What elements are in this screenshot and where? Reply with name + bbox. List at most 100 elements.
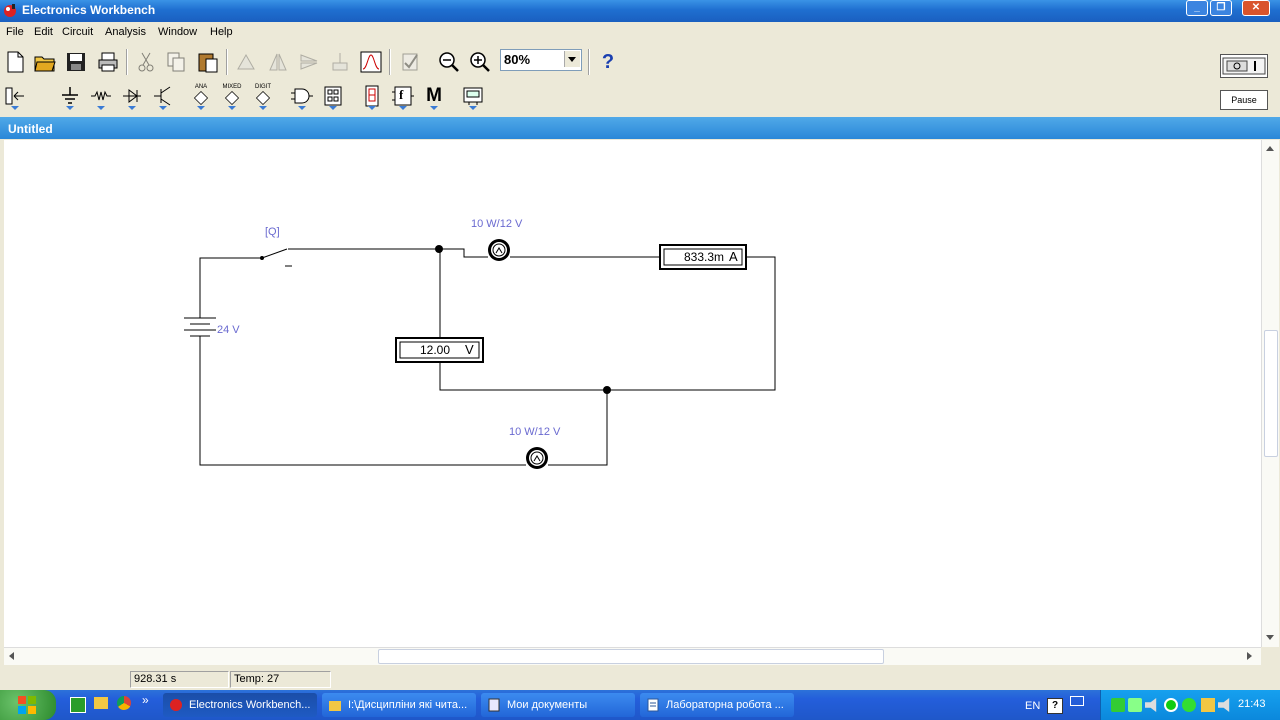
temperature-value: 27 (267, 673, 280, 685)
ammeter-unit: A (729, 249, 738, 264)
title-bar: Electronics Workbench _ ❐ ✕ (0, 0, 1280, 22)
flip-vertical-button[interactable] (296, 49, 322, 75)
zoom-value: 80% (504, 52, 531, 67)
vertical-scroll-thumb[interactable] (1264, 330, 1278, 457)
lamp-2 (526, 447, 548, 469)
analog-ics-bin-button[interactable]: ANA (188, 83, 214, 110)
digital-bin-button[interactable] (320, 83, 346, 110)
basic-bin-button[interactable] (88, 83, 114, 110)
lamp-1-rating-label: 10 W/12 V (471, 218, 523, 230)
junction-node (435, 245, 443, 253)
quicklaunch-more-icon[interactable]: » (142, 693, 149, 707)
horizontal-scrollbar[interactable] (4, 647, 1261, 665)
menu-file[interactable]: File (6, 26, 24, 38)
logic-gates-bin-button[interactable] (289, 83, 315, 110)
update-icon[interactable] (1182, 698, 1196, 712)
favorites-bin-button[interactable] (2, 83, 28, 110)
vertical-scrollbar[interactable] (1261, 140, 1279, 647)
controls-bin-button[interactable]: f (390, 83, 416, 110)
graph-button[interactable] (358, 49, 384, 75)
instruments-bin-button[interactable] (460, 83, 486, 110)
pause-button[interactable]: Pause (1220, 90, 1268, 110)
documents-icon (488, 698, 500, 712)
menu-window[interactable]: Window (158, 26, 197, 38)
copy-button[interactable] (163, 49, 189, 75)
restore-button[interactable]: ❐ (1210, 0, 1232, 16)
taskbar-item-label: Electronics Workbench... (189, 699, 311, 711)
rotate-button[interactable] (233, 49, 259, 75)
scroll-up-icon[interactable] (1266, 146, 1274, 151)
menu-analysis[interactable]: Analysis (105, 26, 146, 38)
flip-vertical-icon (300, 54, 318, 70)
create-subcircuit-button[interactable] (397, 49, 423, 75)
close-button[interactable]: ✕ (1242, 0, 1270, 16)
power-switch[interactable] (1220, 54, 1268, 78)
language-indicator[interactable]: EN (1025, 700, 1040, 712)
digital-ics-bin-button[interactable]: DIGIT (250, 83, 276, 110)
scroll-down-icon[interactable] (1266, 635, 1274, 640)
taskbar-item-folder-disciplines[interactable]: I:\Дисципліни які чита... (322, 693, 476, 717)
help-button[interactable]: ? (595, 49, 621, 75)
speaker-icon[interactable] (1218, 698, 1230, 712)
menu-edit[interactable]: Edit (34, 26, 53, 38)
flip-flop-icon (324, 86, 342, 106)
diodes-bin-button[interactable] (119, 83, 145, 110)
taskbar-item-my-documents[interactable]: Мои документы (481, 693, 635, 717)
security-icon[interactable] (1164, 698, 1178, 712)
start-button[interactable] (0, 690, 56, 720)
network-icon[interactable] (1111, 698, 1125, 712)
save-button[interactable] (63, 49, 89, 75)
quicklaunch-app-icon[interactable] (70, 697, 86, 713)
scroll-left-icon[interactable] (9, 652, 14, 660)
copy-icon (167, 52, 185, 72)
favorites-bin-icon (5, 87, 24, 105)
taskbar-item-electronics-workbench[interactable]: Electronics Workbench... (163, 693, 317, 717)
minimize-button[interactable]: _ (1186, 0, 1208, 16)
zoom-dropdown-button[interactable] (564, 51, 580, 67)
scissors-icon (138, 52, 154, 72)
windows-logo-icon (18, 696, 36, 714)
component-properties-icon (332, 53, 348, 71)
language-help-icon[interactable]: ? (1047, 698, 1063, 714)
tray-folder-icon[interactable] (1201, 698, 1215, 712)
flip-horizontal-button[interactable] (265, 49, 291, 75)
zoom-out-button[interactable] (436, 49, 462, 75)
zoom-select[interactable]: 80% (500, 49, 582, 71)
zoom-in-button[interactable] (467, 49, 493, 75)
open-button[interactable] (32, 49, 58, 75)
miscellaneous-bin-button[interactable]: M (421, 83, 447, 110)
component-properties-button[interactable] (327, 49, 353, 75)
paste-button[interactable] (195, 49, 221, 75)
scroll-right-icon[interactable] (1247, 652, 1252, 660)
print-button[interactable] (95, 49, 121, 75)
cut-button[interactable] (133, 49, 159, 75)
clock[interactable]: 21:43 (1238, 698, 1266, 710)
toolbar-separator (226, 49, 228, 75)
circuit-canvas[interactable]: [Q] 24 V 10 W/12 V 10 W/12 V 833.3m A 12… (4, 140, 1261, 647)
sources-bin-button[interactable] (57, 83, 83, 110)
chrome-icon[interactable] (117, 696, 131, 710)
language-options-icon[interactable] (1070, 696, 1084, 706)
indicators-bin-button[interactable] (359, 83, 385, 110)
zoom-out-icon (439, 52, 459, 72)
junction-node (603, 386, 611, 394)
help-icon: ? (601, 50, 615, 73)
wire-left-top (199, 257, 262, 318)
document-title-bar: Untitled (0, 117, 1280, 139)
horizontal-scroll-thumb[interactable] (378, 649, 884, 664)
transistors-bin-button[interactable] (150, 83, 176, 110)
save-disk-icon (67, 53, 85, 71)
status-bar: 928.31 s Temp: 27 (0, 668, 1280, 690)
function-label: f (399, 87, 404, 102)
quicklaunch-folder-icon[interactable] (94, 697, 108, 709)
mixed-ics-bin-button[interactable]: MIXED (219, 83, 245, 110)
taskbar-item-lab-work[interactable]: Лабораторна робота ... (640, 693, 794, 717)
new-file-button[interactable] (2, 49, 28, 75)
lamp-2-rating-label: 10 W/12 V (509, 426, 561, 438)
menu-help[interactable]: Help (210, 26, 233, 38)
battery-status-icon[interactable] (1128, 698, 1142, 712)
volume-icon[interactable] (1145, 698, 1157, 712)
analog-ic-icon (193, 90, 209, 105)
workbench-app-icon (170, 699, 182, 711)
menu-circuit[interactable]: Circuit (62, 26, 93, 38)
